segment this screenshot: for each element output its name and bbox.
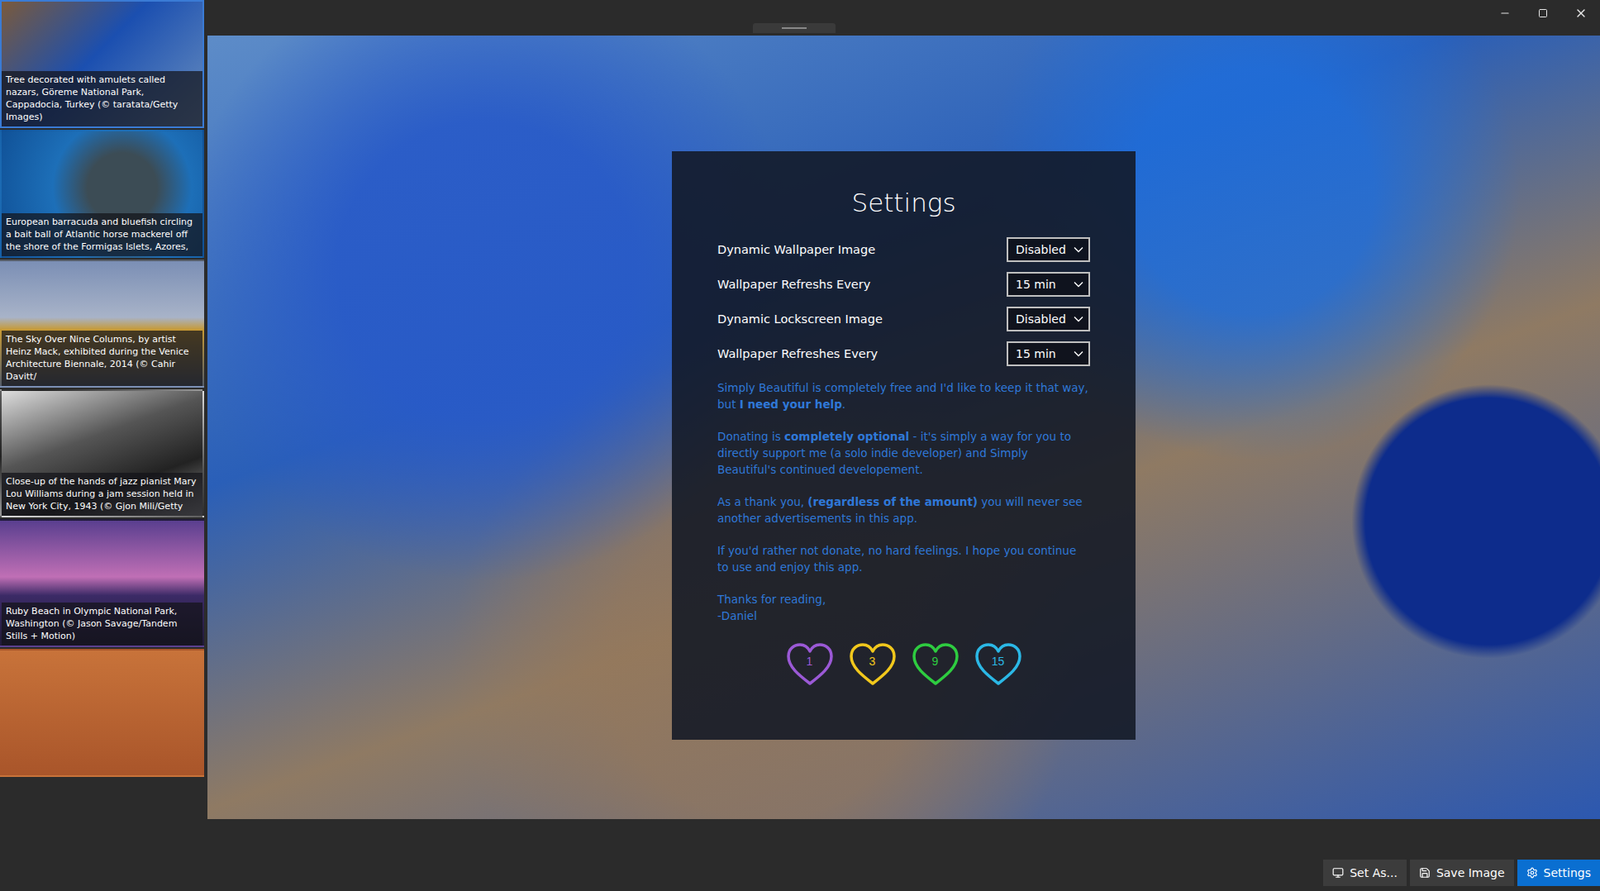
- close-button[interactable]: [1561, 0, 1600, 27]
- setting-label: Dynamic Wallpaper Image: [717, 242, 876, 257]
- gear-icon: [1526, 866, 1539, 879]
- toolbar-button[interactable]: Save Image: [1409, 859, 1515, 886]
- donation-message: Simply Beautiful is completely free and …: [717, 379, 1091, 624]
- close-icon: [1574, 6, 1588, 20]
- message-paragraph: Donating is completely optional - it's s…: [717, 428, 1091, 478]
- message-paragraph: As a thank you, (regardless of the amoun…: [717, 493, 1091, 527]
- donate-button[interactable]: 1: [784, 640, 836, 689]
- maximize-icon: [1538, 8, 1548, 19]
- toolbar-button[interactable]: Settings: [1517, 859, 1600, 886]
- app-window: Tree decorated with amulets called nazar…: [0, 0, 1600, 891]
- signature: Thanks for reading,-Daniel: [717, 590, 1091, 624]
- toolbar: Set As...Save ImageSettings: [207, 819, 1600, 891]
- setting-label: Wallpaper Refreshs Every: [717, 277, 871, 291]
- wallpaper-preview: Settings Dynamic Wallpaper Image Disabled W…: [207, 35, 1600, 820]
- setting-dropdown[interactable]: 15 min: [1006, 271, 1091, 297]
- monitor-icon: [1332, 866, 1344, 879]
- toolbar-button[interactable]: Set As...: [1323, 859, 1407, 886]
- sidebar-item-caption: Tree decorated with amulets called nazar…: [1, 71, 203, 127]
- donate-amount: 3: [847, 654, 899, 668]
- settings-title: Settings: [717, 187, 1091, 218]
- setting-label: Dynamic Lockscreen Image: [717, 312, 883, 326]
- donate-button[interactable]: 15: [972, 640, 1024, 689]
- sidebar-item-caption: European barracuda and bluefish circling…: [1, 213, 203, 257]
- setting-dropdown[interactable]: 15 min: [1006, 341, 1091, 367]
- sidebar: Tree decorated with amulets called nazar…: [0, 0, 205, 891]
- sidebar-item[interactable]: Ruby Beach in Olympic National Park, Was…: [0, 519, 205, 648]
- sidebar-item[interactable]: Tree decorated with amulets called nazar…: [0, 0, 205, 129]
- minimize-icon: [1499, 7, 1511, 20]
- donate-button[interactable]: 9: [909, 640, 962, 689]
- message-paragraph: Simply Beautiful is completely free and …: [717, 379, 1091, 413]
- donate-amount: 15: [972, 654, 1024, 668]
- setting-row: Wallpaper Refreshs Every 15 min: [717, 270, 1091, 299]
- settings-panel: Settings Dynamic Wallpaper Image Disabled W…: [671, 151, 1136, 740]
- sidebar-item-caption: Ruby Beach in Olympic National Park, Was…: [1, 602, 203, 646]
- donation-options: 139 15: [717, 640, 1091, 689]
- sidebar-item[interactable]: Close-up of the hands of jazz pianist Ma…: [0, 389, 205, 518]
- title-bar: [207, 0, 1600, 36]
- setting-label: Wallpaper Refreshes Every: [717, 347, 878, 361]
- main-area: Settings Dynamic Wallpaper Image Disabled W…: [207, 0, 1600, 891]
- maximize-button[interactable]: [1523, 0, 1562, 27]
- drag-handle[interactable]: [752, 23, 836, 34]
- chevron-down-icon: [1073, 315, 1084, 323]
- chevron-down-icon: [1073, 280, 1084, 288]
- chevron-down-icon: [1073, 350, 1084, 358]
- sidebar-item[interactable]: The Sky Over Nine Columns, by artist Hei…: [0, 259, 205, 388]
- sidebar-item-caption: The Sky Over Nine Columns, by artist Hei…: [1, 330, 203, 386]
- donate-amount: 1: [784, 654, 836, 668]
- save-icon: [1419, 866, 1431, 879]
- donate-amount: 9: [909, 654, 962, 668]
- setting-row: Dynamic Lockscreen Image Disabled: [717, 304, 1091, 334]
- donate-button[interactable]: 3: [847, 640, 899, 689]
- setting-row: Dynamic Wallpaper Image Disabled: [717, 235, 1091, 264]
- chevron-down-icon: [1073, 246, 1084, 253]
- sidebar-item[interactable]: [0, 648, 205, 777]
- sidebar-item-caption: Close-up of the hands of jazz pianist Ma…: [1, 472, 203, 516]
- setting-dropdown[interactable]: Disabled: [1006, 237, 1091, 262]
- sidebar-item[interactable]: European barracuda and bluefish circling…: [0, 129, 205, 258]
- setting-row: Wallpaper Refreshes Every 15 min: [717, 339, 1091, 368]
- minimize-button[interactable]: [1485, 0, 1524, 27]
- setting-dropdown[interactable]: Disabled: [1006, 306, 1091, 332]
- message-paragraph: If you'd rather not donate, no hard feel…: [717, 542, 1091, 576]
